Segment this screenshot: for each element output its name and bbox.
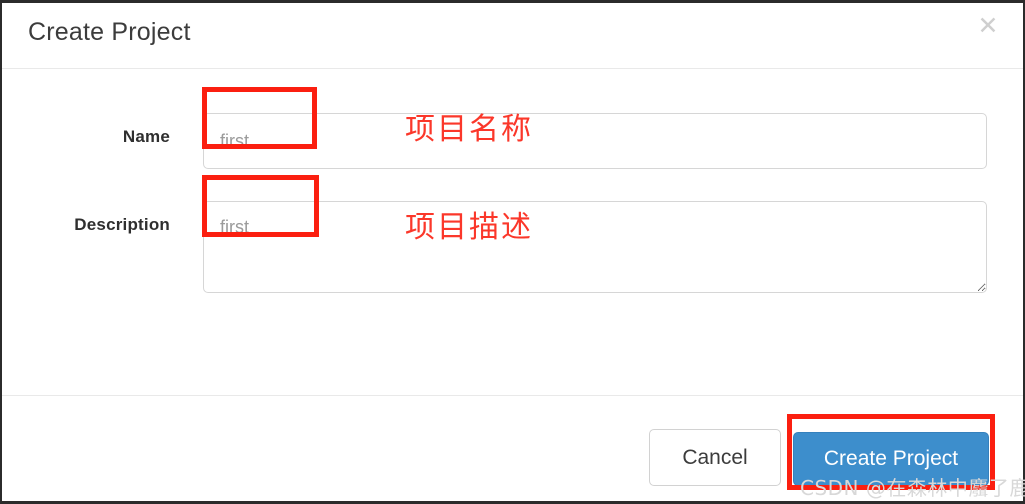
screenshot-root: Create Project ✕ Name 项目名称 Description 项… [0, 0, 1025, 504]
close-icon[interactable]: ✕ [973, 11, 1003, 41]
dialog-body: Name 项目名称 Description 项目描述 [2, 69, 1023, 395]
dialog-footer: Cancel Create Project [2, 395, 1023, 501]
description-textarea[interactable] [203, 201, 987, 293]
annotation-label-description: 项目描述 [405, 210, 533, 245]
dialog-title: Create Project [28, 18, 191, 46]
description-field-label: Description [74, 215, 170, 234]
dialog-header: Create Project ✕ [2, 3, 1023, 69]
name-field-label: Name [122, 127, 170, 146]
cancel-button[interactable]: Cancel [649, 429, 781, 486]
annotation-label-name: 项目名称 [405, 112, 533, 147]
create-project-dialog: Create Project ✕ Name 项目名称 Description 项… [0, 0, 1025, 504]
create-project-button[interactable]: Create Project [793, 432, 989, 486]
name-input[interactable] [203, 113, 987, 169]
